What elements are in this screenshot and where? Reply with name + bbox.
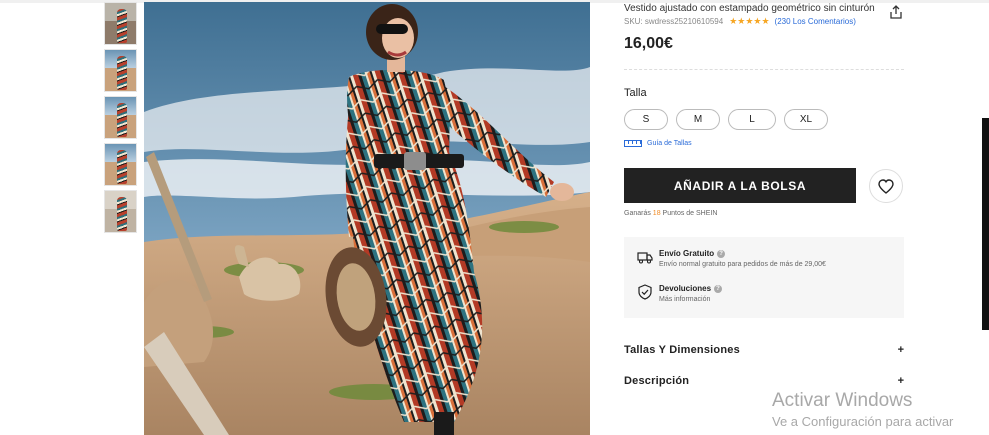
help-icon[interactable]: ?: [717, 249, 726, 258]
plus-icon: +: [897, 344, 904, 356]
product-title: Vestido ajustado con estampado geométric…: [624, 3, 875, 14]
shipping-info-box: Envío Gratuito? Envío normal gratuito pa…: [624, 237, 904, 318]
sku-rating-row: SKU: swdress25210610594 ★★★★★ (230 Los C…: [624, 16, 856, 27]
accordion-sizes-label: Tallas Y Dimensiones: [624, 344, 740, 356]
size-option-xl[interactable]: XL: [784, 109, 828, 130]
thumbnail-2[interactable]: [104, 49, 137, 92]
returns-row: Devoluciones? Más información: [637, 284, 723, 303]
reviews-link[interactable]: (230 Los Comentarios): [775, 17, 856, 26]
points-value: 18: [652, 210, 661, 217]
size-guide-link[interactable]: Guía de Tallas: [624, 140, 692, 147]
returns-subtitle[interactable]: Más información: [659, 296, 722, 303]
points-prefix: Ganarás: [624, 210, 653, 217]
size-label: Talla: [624, 87, 647, 99]
free-shipping-subtitle: Envío normal gratuito para pedidos de má…: [659, 261, 826, 268]
free-shipping-row: Envío Gratuito? Envío normal gratuito pa…: [637, 249, 826, 268]
rating-stars-icon: ★★★★★: [729, 16, 770, 26]
thumbnail-5[interactable]: [104, 190, 137, 233]
points-suffix: Puntos de SHEIN: [660, 210, 718, 217]
thumbnail-4[interactable]: [104, 143, 137, 186]
thumbnail-strip: [104, 2, 137, 237]
thumbnail-1[interactable]: [104, 2, 137, 45]
returns-title: Devoluciones: [659, 284, 712, 293]
wishlist-button[interactable]: [869, 169, 903, 203]
main-product-image[interactable]: [144, 2, 590, 435]
divider: [624, 69, 904, 70]
ruler-icon: [624, 140, 642, 147]
heart-icon: [878, 178, 894, 194]
watermark-line-1: Activar Windows: [772, 390, 913, 411]
accordion-description-label: Descripción: [624, 375, 690, 387]
size-options: S M L XL: [624, 109, 836, 130]
add-to-bag-button[interactable]: AÑADIR A LA BOLSA: [624, 168, 856, 203]
sku-text: SKU: swdress25210610594: [624, 17, 724, 26]
accordion-sizes[interactable]: Tallas Y Dimensiones +: [624, 344, 904, 356]
right-edge-bar: [982, 118, 989, 330]
watermark-line-2: Ve a Configuración para activar: [772, 414, 954, 429]
thumbnail-3[interactable]: [104, 96, 137, 139]
free-shipping-title: Envío Gratuito: [659, 249, 715, 258]
points-text: Ganarás 18 Puntos de SHEIN: [624, 210, 717, 217]
share-icon[interactable]: [888, 4, 904, 20]
size-option-m[interactable]: M: [676, 109, 720, 130]
plus-icon: +: [897, 375, 904, 387]
shield-icon: [638, 284, 652, 300]
help-icon[interactable]: ?: [714, 284, 723, 293]
accordion-description[interactable]: Descripción +: [624, 375, 904, 387]
size-option-s[interactable]: S: [624, 109, 668, 130]
size-option-l[interactable]: L: [728, 109, 776, 130]
size-guide-label: Guía de Tallas: [647, 140, 692, 147]
windows-activation-watermark: Activar Windows Ve a Configuración para …: [772, 390, 953, 429]
truck-icon: [637, 252, 653, 264]
product-price: 16,00€: [624, 35, 673, 52]
